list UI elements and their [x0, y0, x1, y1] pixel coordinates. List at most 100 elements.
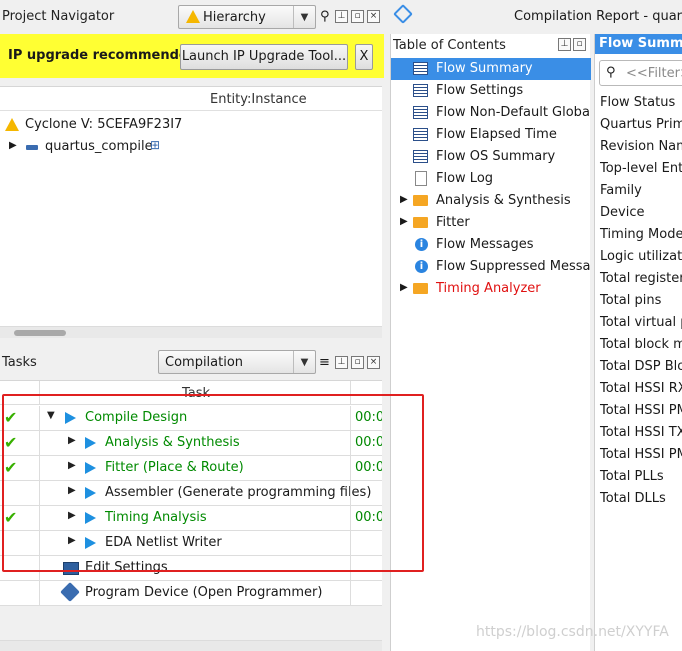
- flow-summary-row[interactable]: Top-level Entit: [600, 161, 682, 176]
- tree-item-quartus-compile[interactable]: ▶ quartus_compile ⊞: [0, 136, 382, 158]
- expand-arrow-icon[interactable]: ▶: [9, 140, 17, 151]
- close-icon[interactable]: ×: [367, 10, 380, 23]
- check-icon: ✔: [4, 408, 18, 427]
- compilation-flow-selector[interactable]: Compilation ▼: [158, 350, 316, 374]
- task-row-timing-analysis[interactable]: ✔ ▶ Timing Analysis 00:0: [0, 506, 382, 531]
- flow-summary-row[interactable]: Total HSSI PM: [600, 403, 682, 418]
- task-column-header[interactable]: Task: [182, 386, 210, 401]
- run-icon[interactable]: [65, 412, 76, 424]
- flow-summary-row[interactable]: Device: [600, 205, 644, 220]
- flow-summary-row[interactable]: Total PLLs: [600, 469, 664, 484]
- task-row-edit-settings[interactable]: Edit Settings: [0, 556, 382, 581]
- restore-icon[interactable]: ▫: [573, 38, 586, 51]
- pin-icon[interactable]: ⊥: [558, 38, 571, 51]
- flow-summary-row[interactable]: Timing Model: [600, 227, 682, 242]
- tasks-horizontal-scrollbar[interactable]: [0, 640, 382, 651]
- toc-item-label: Flow OS Summary: [436, 149, 556, 164]
- hierarchy-view-selector[interactable]: Hierarchy ▼: [178, 5, 316, 29]
- run-icon[interactable]: [85, 512, 96, 524]
- toc-item-flow-log[interactable]: Flow Log: [391, 168, 591, 190]
- chevron-down-icon[interactable]: ▼: [293, 6, 315, 28]
- flow-summary-row[interactable]: Revision Name: [600, 139, 682, 154]
- task-time: [350, 581, 382, 606]
- task-row-analysis-synthesis[interactable]: ✔ ▶ Analysis & Synthesis 00:0: [0, 431, 382, 456]
- pin-icon[interactable]: ⊥: [335, 356, 348, 369]
- expand-arrow-icon[interactable]: ▶: [68, 510, 76, 521]
- table-icon: [413, 84, 428, 97]
- launch-ip-upgrade-button[interactable]: Launch IP Upgrade Tool...: [180, 44, 348, 70]
- restore-icon[interactable]: ▫: [351, 10, 364, 23]
- entity-icon: [26, 145, 38, 150]
- flow-summary-row[interactable]: Quartus Prime: [600, 117, 682, 132]
- table-icon: [413, 128, 428, 141]
- task-row-compile-design[interactable]: ✔ ▼ Compile Design 00:0: [0, 406, 382, 431]
- flow-summary-row[interactable]: Logic utilizatio: [600, 249, 682, 264]
- toc-item-flow-elapsed-time[interactable]: Flow Elapsed Time: [391, 124, 591, 146]
- folder-icon: [413, 195, 428, 206]
- status-column-header[interactable]: [0, 381, 40, 405]
- chevron-down-icon[interactable]: ▼: [293, 351, 315, 373]
- task-time: [350, 556, 382, 581]
- flow-summary-row[interactable]: Total DSP Blo: [600, 359, 682, 374]
- task-row-eda-netlist-writer[interactable]: ▶ EDA Netlist Writer: [0, 531, 382, 556]
- expand-arrow-icon[interactable]: ▶: [68, 485, 76, 496]
- toc-item-flow-os-summary[interactable]: Flow OS Summary: [391, 146, 591, 168]
- search-icon[interactable]: ⚲: [320, 9, 330, 24]
- expand-arrow-icon[interactable]: ▶: [68, 460, 76, 471]
- task-row-fitter[interactable]: ✔ ▶ Fitter (Place & Route) 00:0: [0, 456, 382, 481]
- hierarchy-view-label: Hierarchy: [203, 9, 266, 25]
- expand-arrow-icon[interactable]: ▶: [400, 282, 408, 293]
- flow-summary-row[interactable]: Total virtual p: [600, 315, 682, 330]
- filter-input[interactable]: ⚲ <<Filter>: [599, 60, 682, 86]
- run-icon[interactable]: [85, 437, 96, 449]
- dismiss-banner-button[interactable]: X: [355, 44, 373, 70]
- toc-item-timing-analyzer[interactable]: ▶ Timing Analyzer: [391, 278, 591, 300]
- expand-arrow-icon[interactable]: ▶: [68, 535, 76, 546]
- scrollbar-thumb[interactable]: [14, 330, 66, 336]
- toc-item-label: Flow Summary: [436, 61, 533, 76]
- filter-placeholder: <<Filter>: [626, 66, 682, 81]
- status-cell: ✔: [0, 406, 40, 431]
- menu-icon[interactable]: ≡: [319, 355, 330, 370]
- run-icon[interactable]: [85, 462, 96, 474]
- toc-item-analysis-synthesis[interactable]: ▶ Analysis & Synthesis: [391, 190, 591, 212]
- flow-summary-row[interactable]: Total HSSI RX: [600, 381, 682, 396]
- task-row-assembler[interactable]: ▶ Assembler (Generate programming files): [0, 481, 382, 506]
- task-name: EDA Netlist Writer: [105, 535, 222, 550]
- flow-summary-row[interactable]: Total DLLs: [600, 491, 666, 506]
- flow-summary-row[interactable]: Family: [600, 183, 642, 198]
- task-name: Fitter (Place & Route): [105, 460, 244, 475]
- close-icon[interactable]: ×: [367, 356, 380, 369]
- time-column-header[interactable]: [350, 381, 382, 405]
- table-icon: [413, 150, 428, 163]
- flow-summary-row[interactable]: Total registers: [600, 271, 682, 286]
- expand-arrow-icon[interactable]: ▶: [400, 194, 408, 205]
- flow-summary-row[interactable]: Total HSSI TX: [600, 425, 682, 440]
- flow-summary-row[interactable]: Flow Status: [600, 95, 675, 110]
- device-label: Cyclone V: 5CEFA9F23I7: [25, 117, 183, 132]
- restore-icon[interactable]: ▫: [351, 356, 364, 369]
- table-icon: [413, 106, 428, 119]
- task-row-program-device[interactable]: Program Device (Open Programmer): [0, 581, 382, 606]
- pin-icon[interactable]: ⊥: [335, 10, 348, 23]
- task-name: Timing Analysis: [105, 510, 207, 525]
- toc-item-flow-messages[interactable]: i Flow Messages: [391, 234, 591, 256]
- horizontal-scrollbar[interactable]: [0, 326, 382, 338]
- toc-item-flow-summary[interactable]: Flow Summary: [391, 58, 591, 80]
- expand-arrow-icon[interactable]: ▶: [68, 435, 76, 446]
- run-icon[interactable]: [85, 537, 96, 549]
- toc-item-fitter[interactable]: ▶ Fitter: [391, 212, 591, 234]
- tree-item-device[interactable]: Cyclone V: 5CEFA9F23I7: [0, 114, 382, 136]
- toc-item-label: Flow Messages: [436, 237, 534, 252]
- toc-item-flow-settings[interactable]: Flow Settings: [391, 80, 591, 102]
- toc-item-flow-non-default-global[interactable]: Flow Non-Default Global: [391, 102, 591, 124]
- toc-item-flow-suppressed-messages[interactable]: i Flow Suppressed Message: [391, 256, 591, 278]
- expand-arrow-icon[interactable]: ▶: [400, 216, 408, 227]
- flow-summary-row[interactable]: Total block m: [600, 337, 682, 352]
- check-icon: ✔: [4, 433, 18, 452]
- flow-summary-row[interactable]: Total pins: [600, 293, 661, 308]
- run-icon[interactable]: [85, 487, 96, 499]
- collapse-arrow-icon[interactable]: ▼: [47, 410, 55, 421]
- flow-summary-row[interactable]: Total HSSI PM: [600, 447, 682, 462]
- entity-column-header[interactable]: Entity:Instance: [0, 87, 382, 111]
